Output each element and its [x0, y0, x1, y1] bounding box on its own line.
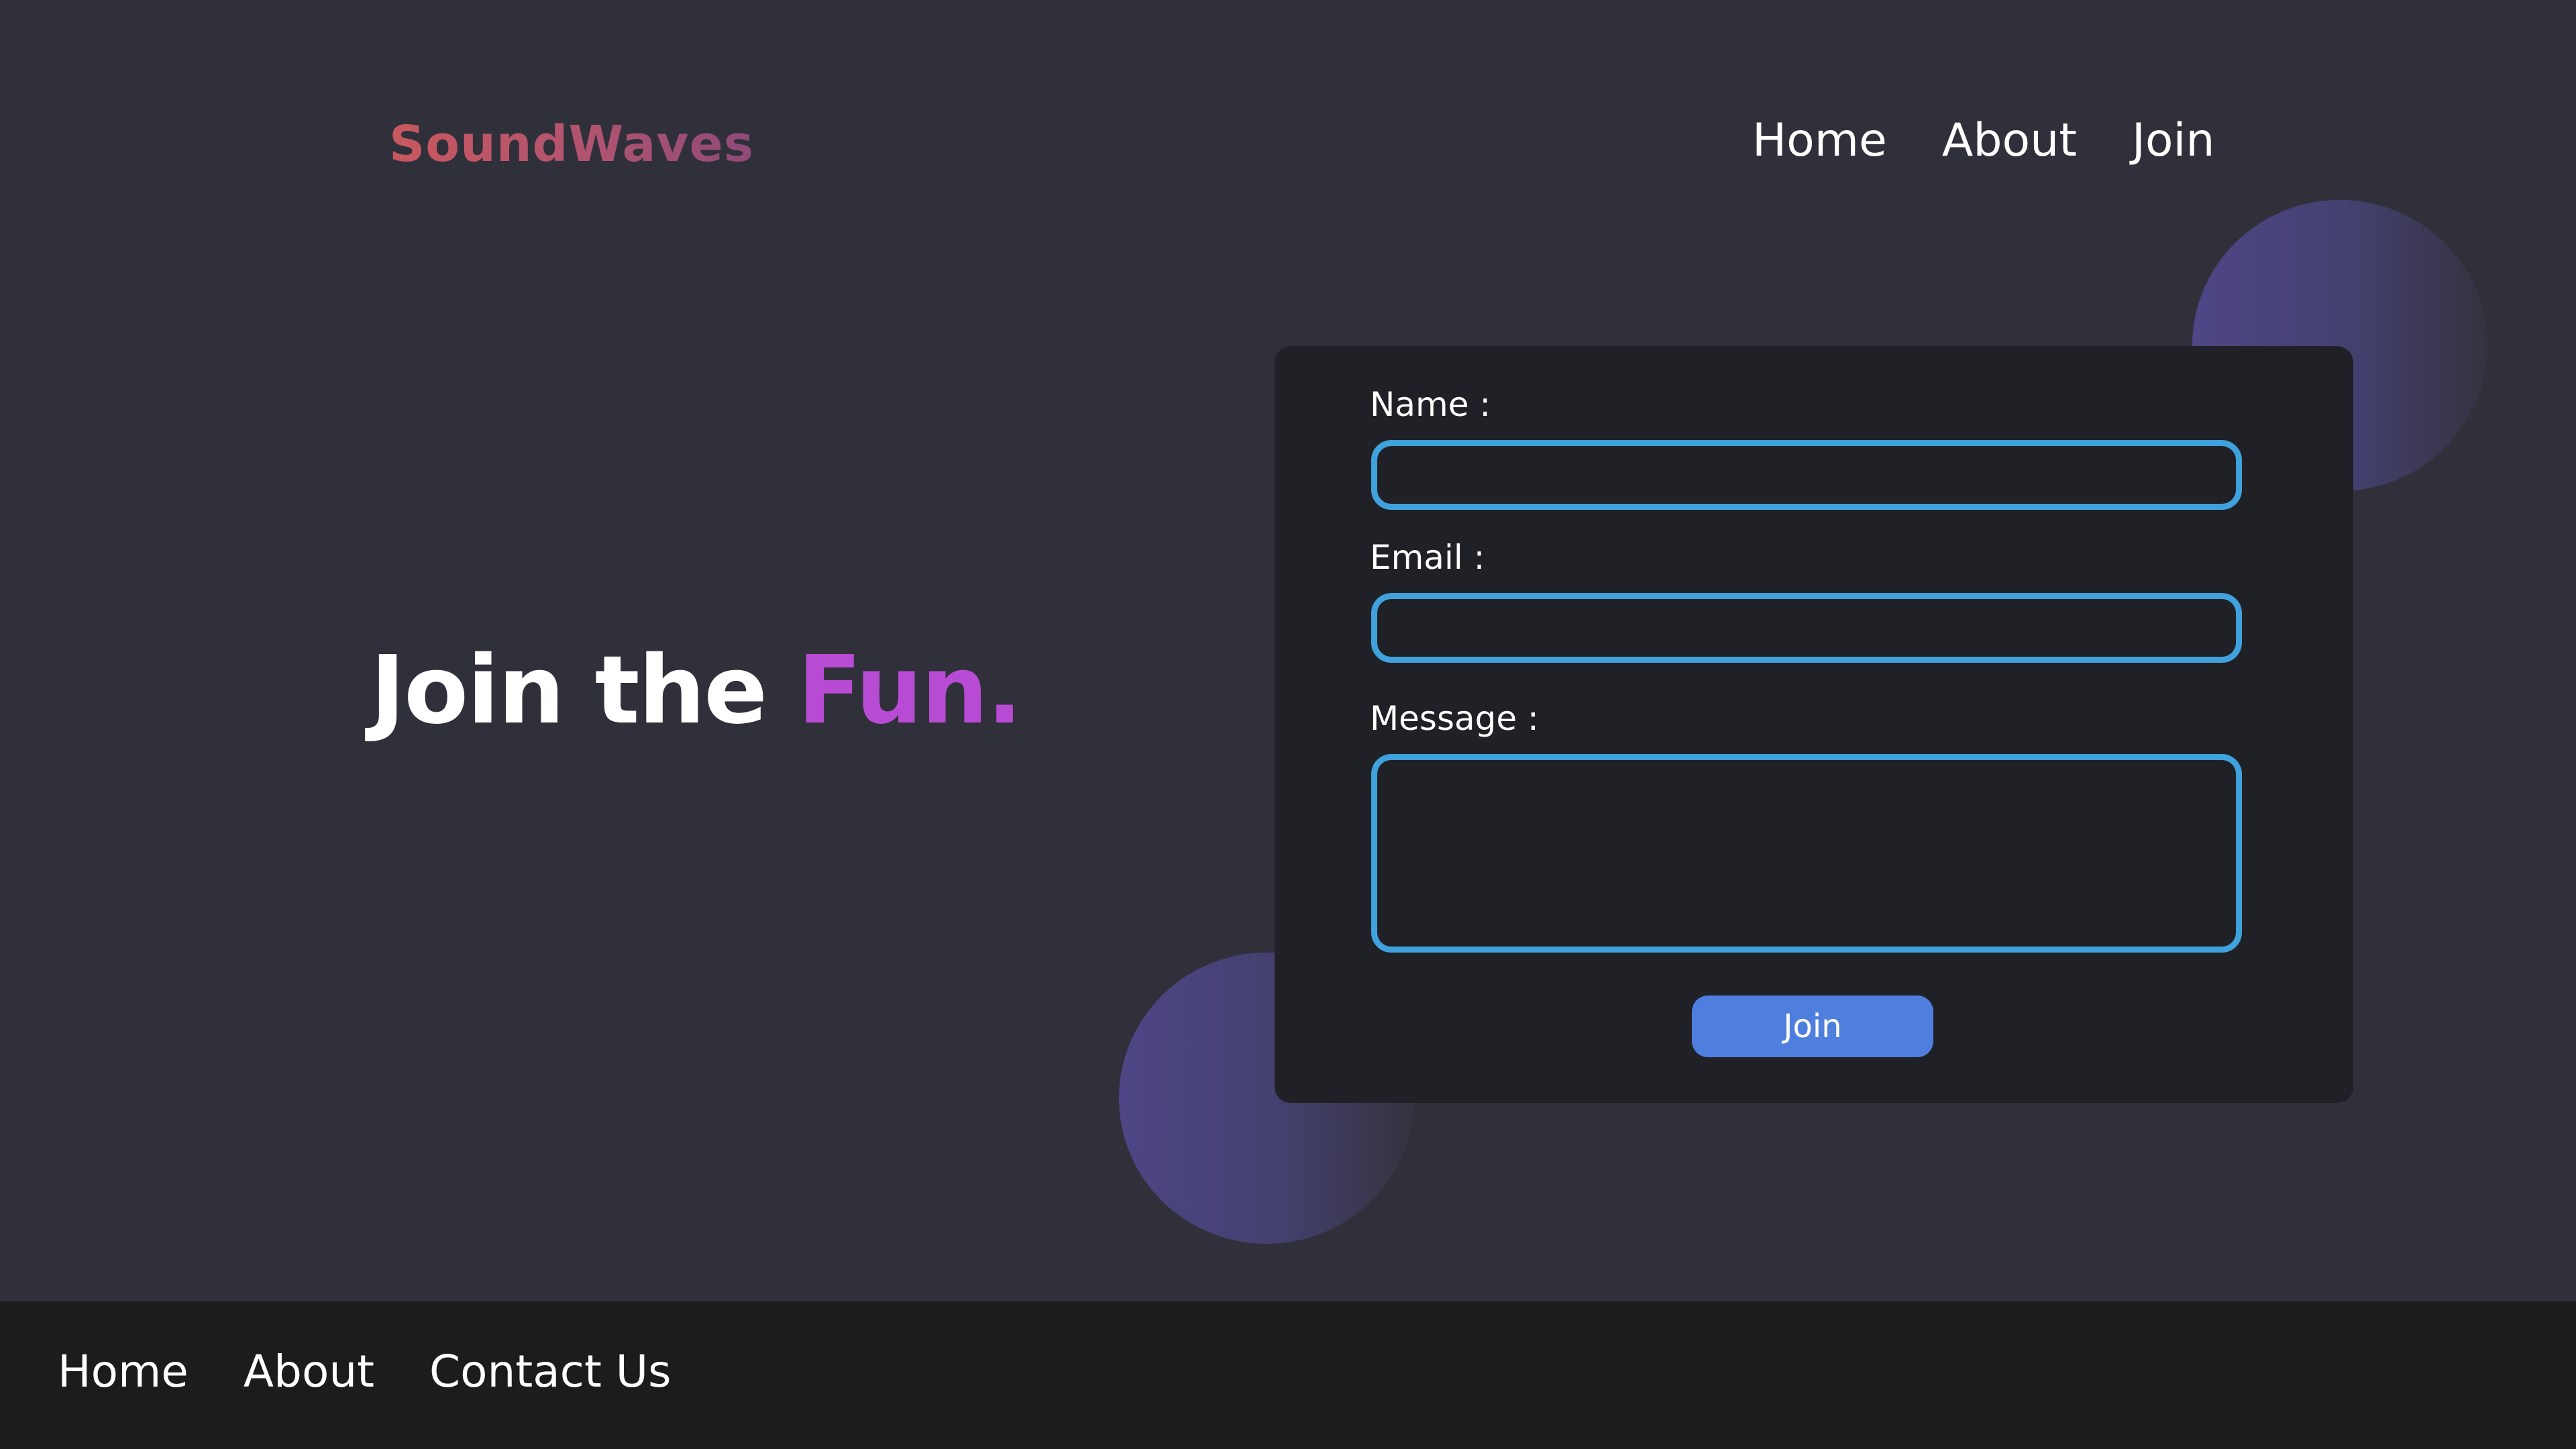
email-input[interactable] [1371, 593, 2242, 663]
footer-nav-contact[interactable]: Contact Us [429, 1338, 671, 1405]
message-label: Message : [1370, 699, 1539, 738]
header-nav-about[interactable]: About [1942, 107, 2077, 174]
message-textarea[interactable] [1371, 754, 2242, 953]
join-button[interactable]: Join [1692, 996, 1933, 1057]
header-nav: Home About Join [1752, 107, 2215, 174]
footer-nav-home[interactable]: Home [58, 1338, 189, 1405]
footer: Home About Contact Us [0, 1301, 2576, 1449]
hero-heading: Join the Fun. [370, 636, 1022, 745]
join-form-card: Name : Email : Message : Join [1275, 346, 2353, 1103]
brand-logo[interactable]: SoundWaves [389, 115, 754, 173]
header-nav-join[interactable]: Join [2132, 107, 2215, 174]
email-label: Email : [1370, 538, 1485, 577]
name-input[interactable] [1371, 440, 2242, 510]
hero-heading-accent: Fun. [797, 636, 1022, 745]
header-nav-home[interactable]: Home [1752, 107, 1887, 174]
page: SoundWaves Home About Join Join the Fun.… [0, 0, 2576, 1449]
footer-nav-about[interactable]: About [244, 1338, 374, 1405]
hero-heading-prefix: Join the [370, 636, 798, 745]
name-label: Name : [1370, 385, 1491, 424]
footer-nav: Home About Contact Us [58, 1338, 672, 1405]
